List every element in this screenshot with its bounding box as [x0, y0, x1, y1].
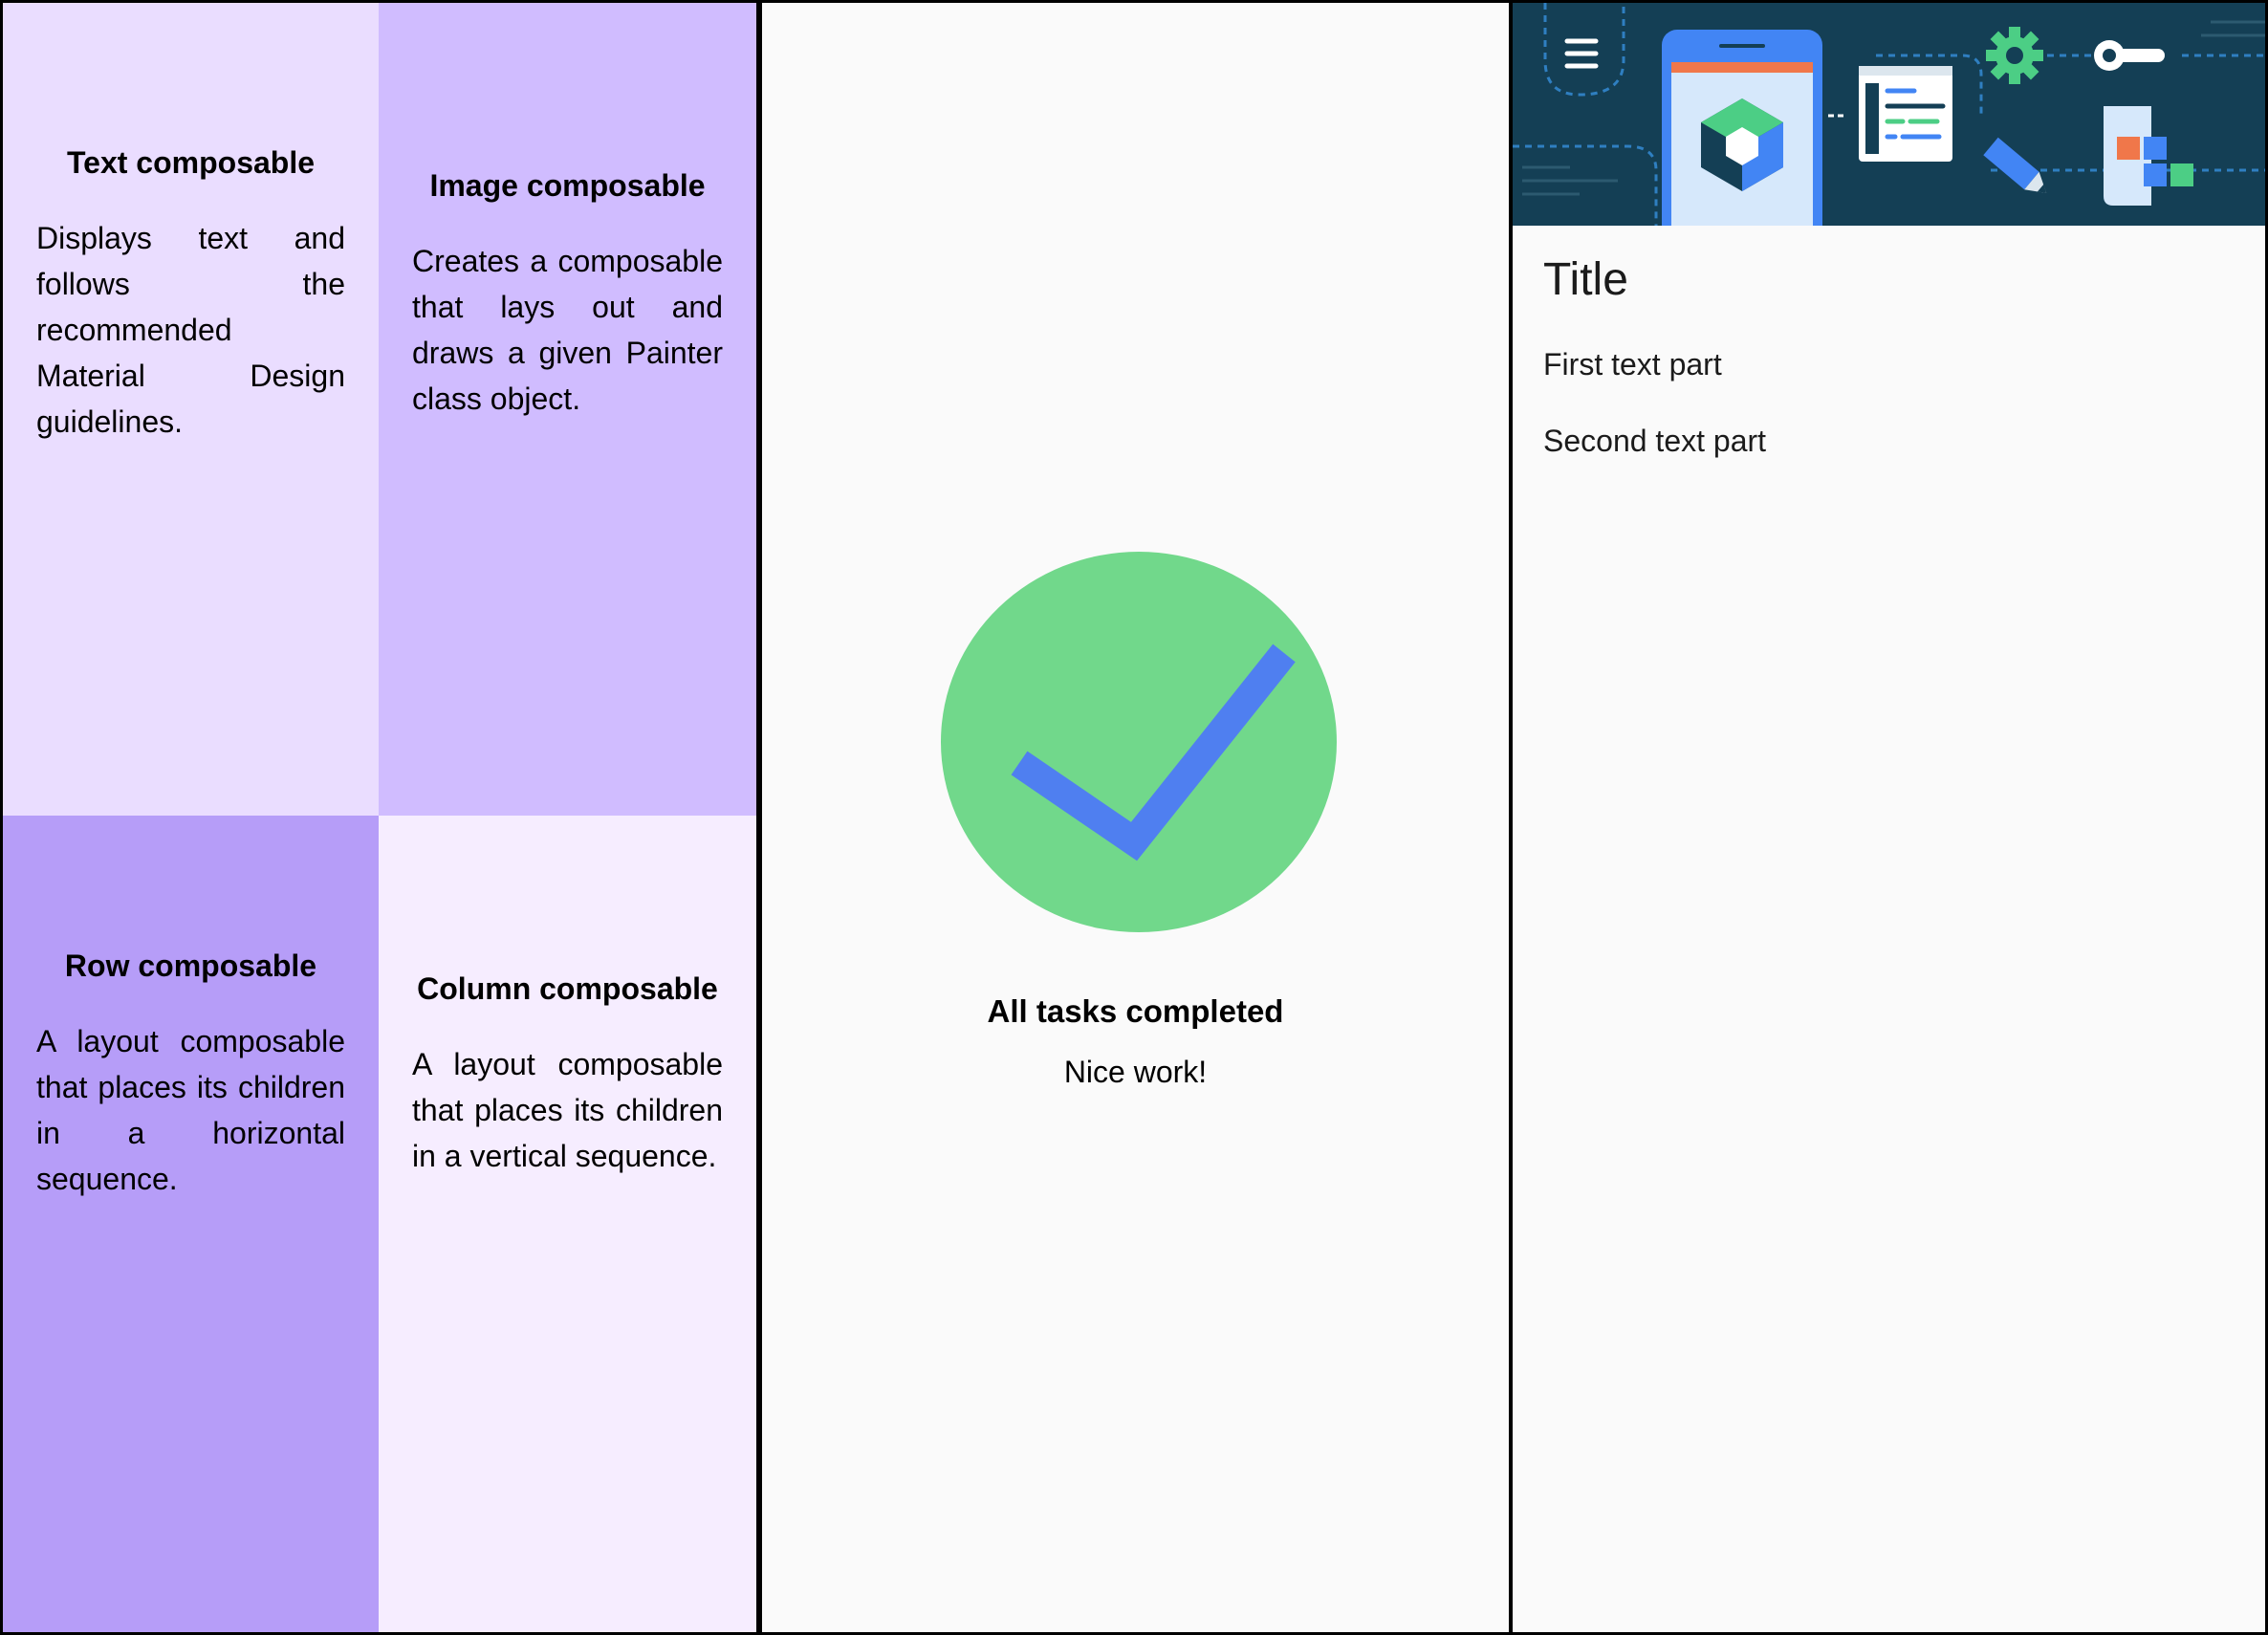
- quadrant-title: Image composable: [429, 167, 706, 203]
- quadrant-title: Text composable: [66, 144, 316, 180]
- quadrant-description: A layout composable that places its chil…: [36, 1024, 345, 1197]
- quadrant-text-composable: Text composable Displays text and follow…: [3, 3, 379, 816]
- quadrant-description: Creates a composable that lays out and d…: [412, 244, 723, 417]
- article-first-text: First text part: [1543, 347, 1722, 382]
- quadrant-title: Column composable: [417, 970, 718, 1006]
- compose-quadrant-screen: Text composable Displays text and follow…: [3, 3, 756, 1632]
- article-title: Title: [1543, 254, 1628, 305]
- article-second-text: Second text part: [1543, 424, 1767, 458]
- tasks-completed-title: All tasks completed: [987, 993, 1284, 1029]
- quadrant-description: Displays text and follows the recommende…: [36, 221, 345, 440]
- task-manager-screen: All tasks completed Nice work!: [762, 3, 1509, 1632]
- tasks-completed-subtitle: Nice work!: [1063, 1055, 1208, 1089]
- quadrant-title: Row composable: [64, 948, 317, 983]
- check-circle-icon: [941, 551, 1338, 933]
- compose-illustration: [1513, 3, 2265, 240]
- quadrant-description: A layout composable that places its chil…: [412, 1047, 723, 1174]
- gear-icon: [1986, 27, 2043, 84]
- quadrant-image-composable: Image composable Creates a composable th…: [379, 3, 756, 816]
- quadrant-column-composable: Column composable A layout composable th…: [379, 816, 756, 1632]
- article-screen: Title First text part Second text part: [1513, 3, 2265, 1632]
- quadrant-row-composable: Row composable A layout composable that …: [3, 816, 379, 1632]
